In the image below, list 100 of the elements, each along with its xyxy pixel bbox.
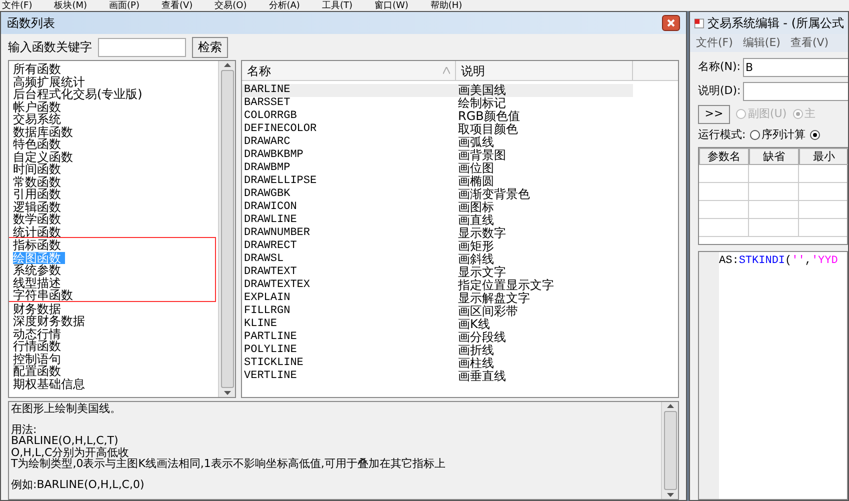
scrollbar[interactable]	[218, 61, 235, 397]
menu-item[interactable]: 文件(F)	[696, 34, 733, 52]
table-row[interactable]: DRAWICON 画图标	[242, 201, 633, 214]
menu-item[interactable]: 窗口(W)	[374, 1, 408, 11]
name-field[interactable]: B	[742, 58, 848, 76]
radio-label: 主	[804, 106, 816, 122]
column-header[interactable]: 参数名	[699, 148, 749, 165]
radio-button[interactable]	[810, 130, 820, 140]
category-item[interactable]: 交易系统	[13, 113, 65, 126]
column-header[interactable]: 最小	[799, 148, 848, 165]
category-item[interactable]: 高频扩展统计	[13, 76, 89, 88]
function-name: DRAWICON	[243, 200, 298, 214]
category-item[interactable]: 财务数据	[13, 302, 65, 315]
function-name: DRAWTEXT	[243, 265, 298, 280]
category-item[interactable]: 自定义函数	[13, 150, 77, 163]
function-description: 显示数字	[458, 227, 506, 240]
search-field[interactable]	[98, 38, 186, 56]
scroll-down-icon	[224, 391, 230, 395]
function-description: 画矩形	[458, 240, 494, 253]
menu-item[interactable]: 帮助(H)	[430, 1, 462, 11]
close-icon	[667, 19, 675, 27]
table-row[interactable]: DRAWTEXT 显示文字	[242, 266, 633, 279]
table-row[interactable]: EXPLAIN 显示解盘文字	[242, 292, 633, 305]
table-row[interactable]: DRAWARC 画弧线	[242, 136, 633, 149]
category-item[interactable]: 动态行情	[13, 328, 65, 340]
menu-item[interactable]: 查看(V)	[161, 1, 193, 11]
category-item[interactable]: 数学函数	[13, 213, 65, 226]
table-row[interactable]: DRAWTEXTEX 指定位置显示文字	[242, 279, 633, 292]
category-item[interactable]: 常数函数	[13, 176, 65, 188]
table-row[interactable]: DRAWGBK 画渐变背景色	[242, 188, 633, 201]
table-row[interactable]: KLINE 画K线	[242, 318, 633, 331]
category-item[interactable]: 期权基础信息	[13, 378, 89, 390]
function-description: 画折线	[458, 344, 494, 357]
code-line: AS:STKINDI('','YYD	[719, 254, 838, 269]
function-description: 画直线	[458, 214, 494, 227]
function-name: DRAWRECT	[243, 239, 298, 254]
category-item[interactable]: 深度财务数据	[13, 315, 89, 328]
function-description: 画位图	[458, 162, 494, 175]
menu-item[interactable]: 画面(P)	[109, 1, 140, 11]
column-header[interactable]: 缺省	[749, 148, 799, 165]
category-item[interactable]: 数据库函数	[13, 126, 77, 138]
category-item[interactable]: 逻辑函数	[13, 200, 65, 213]
category-item[interactable]: 系统参数	[13, 264, 65, 276]
menu-item[interactable]: 工具(T)	[322, 1, 352, 11]
scroll-thumb[interactable]	[664, 411, 676, 490]
menu-item[interactable]: 板块(M)	[54, 1, 87, 11]
function-description: 显示解盘文字	[458, 292, 530, 305]
menu-item[interactable]: 编辑(E)	[742, 34, 780, 52]
category-item[interactable]: 线型描述	[13, 276, 65, 289]
table-row[interactable]: DRAWLINE 画直线	[242, 214, 633, 227]
name-label: 名称(N):	[698, 58, 741, 75]
table-row[interactable]: BARLINE 画美国线	[242, 84, 633, 97]
function-description: 画背景图	[458, 149, 506, 162]
table-row[interactable]: COLORRGB RGB颜色值	[242, 110, 633, 123]
column-header[interactable]: 名称	[242, 61, 456, 80]
table-row[interactable]: POLYLINE 画折线	[242, 344, 633, 357]
category-item[interactable]: 行情函数	[13, 340, 65, 352]
function-description: 绘制标记	[458, 97, 506, 110]
column-header[interactable]: 说明	[456, 61, 633, 80]
table-row[interactable]: VERTLINE 画垂直线	[242, 370, 633, 383]
table-row[interactable]: DRAWSL 画斜线	[242, 253, 633, 266]
function-description: 画美国线	[458, 84, 506, 97]
table-row[interactable]: DRAWBMP 画位图	[242, 162, 633, 175]
expand-button[interactable]: >>	[698, 104, 730, 124]
category-item[interactable]: 特色函数	[13, 138, 65, 150]
table-row[interactable]: DRAWBKBMP 画背景图	[242, 149, 633, 162]
category-item[interactable]: 帐户函数	[13, 100, 65, 113]
table-row[interactable]: FILLRGN 画区间彩带	[242, 305, 633, 318]
category-item[interactable]: 所有函数	[13, 63, 65, 76]
menu-item[interactable]: 交易(O)	[214, 1, 247, 11]
function-name: DRAWSL	[243, 252, 285, 266]
table-row[interactable]: DRAWNUMBER 显示数字	[242, 227, 633, 240]
category-item[interactable]: 引用函数	[13, 188, 65, 200]
category-item[interactable]: 时间函数	[13, 163, 65, 176]
help-text: 在图形上绘制美国线。	[11, 403, 122, 414]
table-row[interactable]: DRAWELLIPSE 画椭圆	[242, 175, 633, 188]
table-row[interactable]: BARSSET 绘制标记	[242, 97, 633, 110]
scrollbar[interactable]	[661, 402, 678, 499]
radio-button[interactable]	[750, 130, 760, 140]
category-item[interactable]: 后台程式化交易(专业版)	[13, 88, 146, 100]
table-row[interactable]: STICKLINE 画柱线	[242, 357, 633, 370]
sort-icon	[443, 67, 450, 74]
table-row[interactable]: DRAWRECT 画矩形	[242, 240, 633, 253]
function-name: DRAWELLIPSE	[243, 174, 318, 188]
menu-item[interactable]: 查看(V)	[790, 34, 829, 52]
category-item[interactable]: 控制语句	[13, 352, 65, 365]
menu-item[interactable]: 文件(F)	[2, 1, 32, 11]
table-row[interactable]: DEFINECOLOR 取项目颜色	[242, 123, 633, 136]
category-item[interactable]: 统计函数	[13, 226, 65, 238]
function-description: 画K线	[458, 318, 490, 331]
menu-item[interactable]: 分析(A)	[268, 1, 300, 11]
search-button[interactable]: 检索	[192, 36, 228, 58]
close-button[interactable]	[662, 15, 680, 31]
help-text: 例如:BARLINE(O,H,L,C,0)	[11, 478, 146, 490]
table-row[interactable]: PARTLINE 画分段线	[242, 331, 633, 344]
category-item[interactable]: 配置函数	[13, 365, 65, 378]
function-description: 画区间彩带	[458, 305, 518, 318]
scroll-thumb[interactable]	[220, 70, 234, 388]
category-item[interactable]: 指标函数	[13, 239, 65, 252]
category-item[interactable]: 字符串函数	[13, 289, 77, 302]
